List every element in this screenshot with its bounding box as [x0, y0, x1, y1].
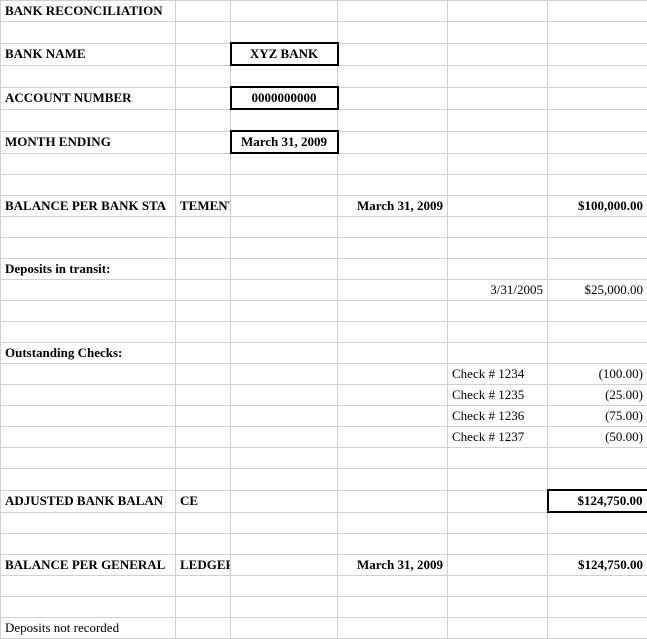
check-amount: (25.00) — [548, 385, 647, 406]
check-row: Check # 1234 (100.00) — [1, 364, 647, 385]
outstanding-checks-label: Outstanding Checks: — [1, 343, 176, 364]
page-title: BANK RECONCILIATION — [1, 1, 176, 22]
adjusted-bank-balance-amount: $124,750.00 — [548, 490, 647, 512]
account-number-row: ACCOUNT NUMBER 0000000000 — [1, 87, 647, 109]
check-desc: Check # 1234 — [448, 364, 548, 385]
month-ending-label: MONTH ENDING — [1, 131, 176, 153]
bank-name-value: XYZ BANK — [231, 43, 338, 65]
deposit-item-row: 3/31/2005 $25,000.00 — [1, 280, 647, 301]
bank-reconciliation-sheet: BANK RECONCILIATION BANK NAME XYZ BANK A… — [0, 0, 647, 639]
check-amount: (50.00) — [548, 427, 647, 448]
balance-per-bank-date: March 31, 2009 — [338, 196, 448, 217]
account-number-label: ACCOUNT NUMBER — [1, 87, 176, 109]
month-ending-row: MONTH ENDING March 31, 2009 — [1, 131, 647, 153]
balance-per-bank-row: BALANCE PER BANK STA TEMENT March 31, 20… — [1, 196, 647, 217]
deposits-in-transit-header: Deposits in transit: — [1, 259, 647, 280]
balance-per-bank-label-a: BALANCE PER BANK STA — [1, 196, 176, 217]
deposit-item-date: 3/31/2005 — [448, 280, 548, 301]
check-desc: Check # 1237 — [448, 427, 548, 448]
month-ending-value: March 31, 2009 — [231, 131, 338, 153]
bank-name-row: BANK NAME XYZ BANK — [1, 43, 647, 65]
adjusted-bank-balance-label-b: CE — [176, 490, 231, 512]
balance-per-gl-row: BALANCE PER GENERAL LEDGER March 31, 200… — [1, 555, 647, 576]
balance-per-gl-label-a: BALANCE PER GENERAL — [1, 555, 176, 576]
check-desc: Check # 1236 — [448, 406, 548, 427]
deposits-not-recorded-row: Deposits not recorded — [1, 618, 647, 639]
check-desc: Check # 1235 — [448, 385, 548, 406]
balance-per-gl-label-b: LEDGER — [176, 555, 231, 576]
check-amount: (75.00) — [548, 406, 647, 427]
deposit-item-amount: $25,000.00 — [548, 280, 647, 301]
check-amount: (100.00) — [548, 364, 647, 385]
outstanding-checks-header: Outstanding Checks: — [1, 343, 647, 364]
bank-name-label: BANK NAME — [1, 43, 176, 65]
adjusted-bank-balance-row: ADJUSTED BANK BALAN CE $124,750.00 — [1, 490, 647, 512]
check-row: Check # 1236 (75.00) — [1, 406, 647, 427]
balance-per-bank-label-b: TEMENT — [176, 196, 231, 217]
check-row: Check # 1235 (25.00) — [1, 385, 647, 406]
balance-per-gl-date: March 31, 2009 — [338, 555, 448, 576]
balance-per-bank-amount: $100,000.00 — [548, 196, 647, 217]
deposits-not-recorded-label: Deposits not recorded — [1, 618, 176, 639]
title-row: BANK RECONCILIATION — [1, 1, 647, 22]
account-number-value: 0000000000 — [231, 87, 338, 109]
check-row: Check # 1237 (50.00) — [1, 427, 647, 448]
adjusted-bank-balance-label-a: ADJUSTED BANK BALAN — [1, 490, 176, 512]
balance-per-gl-amount: $124,750.00 — [548, 555, 647, 576]
deposits-in-transit-label: Deposits in transit: — [1, 259, 176, 280]
